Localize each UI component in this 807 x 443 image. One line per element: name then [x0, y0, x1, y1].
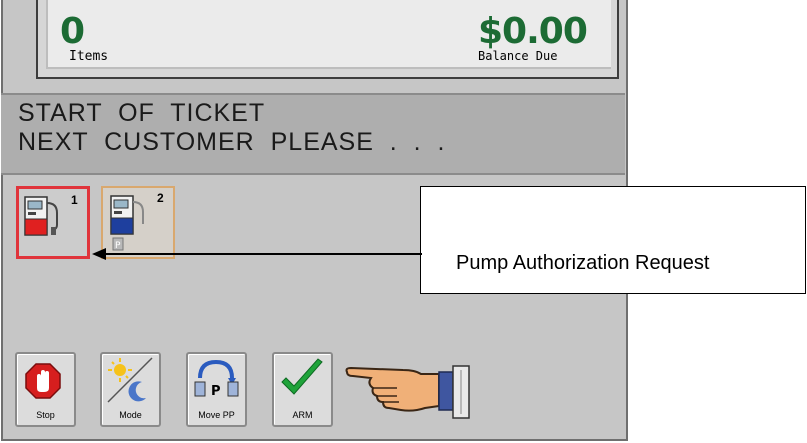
- pump-1-tile[interactable]: 1: [16, 186, 90, 259]
- callout-box: [420, 186, 806, 294]
- pump-1-number: 1: [71, 193, 78, 207]
- message-line-1: START OF TICKET: [18, 99, 266, 127]
- balance-due-amount: $0.00: [478, 11, 588, 52]
- move-pp-button-label: Move PP: [198, 410, 235, 420]
- callout-text: Pump Authorization Request: [456, 252, 710, 274]
- stop-hand-icon: [25, 363, 61, 399]
- pump-2-number: 2: [157, 191, 164, 205]
- stop-button-label: Stop: [36, 410, 55, 420]
- pointing-hand-icon: [345, 365, 470, 419]
- items-label: Items: [69, 49, 109, 64]
- message-line-2: NEXT CUSTOMER PLEASE . . .: [18, 128, 446, 156]
- svg-text:P: P: [211, 384, 221, 399]
- items-count: 0: [60, 11, 86, 52]
- callout-arrow: [92, 248, 422, 260]
- checkmark-icon: [281, 358, 323, 395]
- mode-button-label: Mode: [119, 410, 142, 420]
- balance-due-label: Balance Due: [478, 49, 558, 63]
- sun-moon-icon: [107, 357, 153, 403]
- arm-button-label: ARM: [292, 410, 313, 420]
- move-prepay-icon: P: [194, 359, 239, 399]
